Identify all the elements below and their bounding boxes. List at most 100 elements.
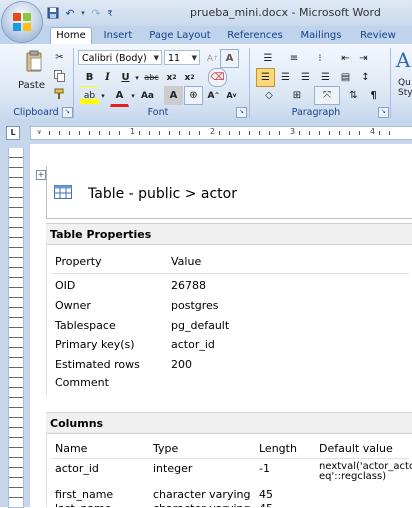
subscript-icon[interactable]: x2 xyxy=(162,68,181,87)
document-page[interactable]: + Table - public > actor Table Propertie… xyxy=(30,144,412,507)
font-name-combo[interactable]: Calibri (Body) ▼ xyxy=(78,50,162,65)
property-value: pg_default xyxy=(171,319,230,332)
multilevel-list-icon[interactable]: ⁝ xyxy=(308,49,332,68)
align-right-icon[interactable]: ☰ xyxy=(296,68,315,87)
grow-font-icon[interactable]: A ^ xyxy=(204,86,223,105)
cut-icon[interactable]: ✂ xyxy=(50,48,69,67)
increase-indent-icon[interactable]: ⇥ xyxy=(354,49,373,68)
ribbon-tabs: Home Insert Page Layout References Maili… xyxy=(0,26,412,44)
property-value: actor_id xyxy=(171,338,215,351)
indent-marker-icon[interactable]: ⩛ xyxy=(37,127,42,137)
distributed-icon[interactable]: ▤ xyxy=(336,68,355,87)
header-divider xyxy=(51,273,409,274)
column-length: 45 xyxy=(259,502,273,507)
chevron-down-icon: ▼ xyxy=(191,54,197,62)
sort-icon[interactable]: ⇅ xyxy=(344,86,363,105)
vertical-ruler-strip[interactable] xyxy=(8,148,24,508)
clipboard-group-label: Clipboard xyxy=(13,107,59,118)
table-properties-body: Property Value OID 26788 Owner postgres … xyxy=(46,245,412,395)
tab-home[interactable]: Home xyxy=(50,27,92,44)
chevron-down-icon[interactable]: ▾ xyxy=(132,68,142,87)
property-name: Owner xyxy=(55,299,91,312)
office-button[interactable] xyxy=(2,2,42,42)
column-type: integer xyxy=(153,462,193,475)
vertical-ruler-ticks xyxy=(9,148,23,507)
tab-insert[interactable]: Insert xyxy=(100,28,136,44)
property-name: Estimated rows xyxy=(55,358,140,371)
value-column-header: Value xyxy=(171,255,202,268)
superscript-icon[interactable]: x2 xyxy=(180,68,199,87)
redo-icon[interactable]: ↷ xyxy=(89,6,103,20)
show-formatting-icon[interactable]: ¶ xyxy=(364,86,383,105)
column-name: last_name xyxy=(55,502,112,507)
tab-review[interactable]: Review xyxy=(358,28,398,44)
chevron-down-icon[interactable]: ▾ xyxy=(98,86,108,105)
property-name: Comment xyxy=(55,376,109,389)
copy-icon[interactable] xyxy=(50,66,69,85)
decrease-indent-icon[interactable]: ⇤ xyxy=(336,49,355,68)
office-logo-icon xyxy=(13,13,31,31)
paragraph-launcher-icon[interactable]: ↘ xyxy=(378,107,389,118)
customize-icon[interactable]: ₹ xyxy=(106,6,114,20)
justify-icon[interactable]: ☰ xyxy=(316,68,335,87)
shading-icon[interactable]: ◇ xyxy=(256,86,282,105)
clipboard-launcher-icon[interactable]: ↘ xyxy=(62,107,73,118)
table-icon xyxy=(54,185,72,199)
table-move-handle-icon[interactable]: + xyxy=(36,170,46,180)
strikethrough-icon[interactable]: abc xyxy=(142,68,161,87)
columns-body: Name Type Length Default value actor_id … xyxy=(46,434,412,507)
tab-references[interactable]: References xyxy=(226,28,284,44)
change-case-icon[interactable]: A xyxy=(220,49,239,68)
borders-icon[interactable]: ⊞ xyxy=(284,86,310,105)
change-case-icon[interactable]: Aa xyxy=(138,86,157,105)
column-header-default: Default value xyxy=(319,442,393,455)
paste-button[interactable] xyxy=(22,48,46,76)
paste-label: Paste xyxy=(18,80,45,91)
paragraph-group-label: Paragraph xyxy=(291,107,341,118)
line-spacing-icon[interactable]: ↕ xyxy=(356,68,375,87)
tab-selector[interactable]: L xyxy=(6,126,20,140)
property-value: postgres xyxy=(171,299,219,312)
group-separator xyxy=(73,48,74,118)
tab-mailings[interactable]: Mailings xyxy=(296,28,346,44)
group-separator xyxy=(249,48,250,118)
column-header-type: Type xyxy=(153,442,179,455)
undo-dropdown-icon[interactable]: ▾ xyxy=(80,6,86,20)
property-value: 26788 xyxy=(171,279,206,292)
property-name: OID xyxy=(55,279,76,292)
character-shading-icon[interactable]: A xyxy=(164,86,183,105)
shrink-font-icon[interactable]: Av xyxy=(222,86,241,105)
align-left-icon[interactable]: ☰ xyxy=(256,68,275,87)
header-divider xyxy=(51,458,409,459)
column-type: character varying xyxy=(153,502,250,507)
ruler-ticks xyxy=(49,131,399,135)
undo-icon[interactable]: ↶ xyxy=(63,6,77,20)
bullets-icon[interactable]: ☰ xyxy=(256,49,280,68)
format-painter-icon[interactable] xyxy=(50,84,69,103)
property-column-header: Property xyxy=(55,255,102,268)
column-header-length: Length xyxy=(259,442,297,455)
asian-layout-icon[interactable]: ⤧ xyxy=(314,86,340,105)
styles-icon[interactable]: A xyxy=(396,48,410,72)
italic-icon[interactable]: I xyxy=(98,68,117,87)
numbering-icon[interactable]: ≡ xyxy=(282,49,306,68)
font-size-combo[interactable]: 11 ▼ xyxy=(164,50,200,65)
tab-page-layout[interactable]: Page Layout xyxy=(148,28,212,44)
chevron-down-icon[interactable]: ▾ xyxy=(128,86,138,105)
column-default-line: eq'::regclass) xyxy=(319,471,387,482)
font-color-icon[interactable]: A xyxy=(110,86,129,107)
page-title: Table - public > actor xyxy=(88,186,237,202)
vertical-ruler xyxy=(0,144,30,508)
save-icon[interactable] xyxy=(46,6,60,20)
align-center-icon[interactable]: ☰ xyxy=(276,68,295,87)
font-launcher-icon[interactable]: ↘ xyxy=(236,107,247,118)
highlight-icon[interactable]: ab xyxy=(80,86,99,105)
column-type: character varying xyxy=(153,488,251,501)
title-bar: ↶ ▾ ↷ ₹ prueba_mini.docx - Microsoft Wor… xyxy=(0,0,412,27)
ruler-strip[interactable]: ⩛ 1 2 3 4 xyxy=(30,126,412,140)
font-name-value: Calibri (Body) xyxy=(82,53,147,64)
chevron-down-icon: ▼ xyxy=(153,54,159,62)
enclose-characters-icon[interactable]: ⊕ xyxy=(184,86,203,105)
bold-icon[interactable]: B xyxy=(80,68,99,87)
clear-formatting-icon[interactable]: ⌫ xyxy=(208,68,227,87)
